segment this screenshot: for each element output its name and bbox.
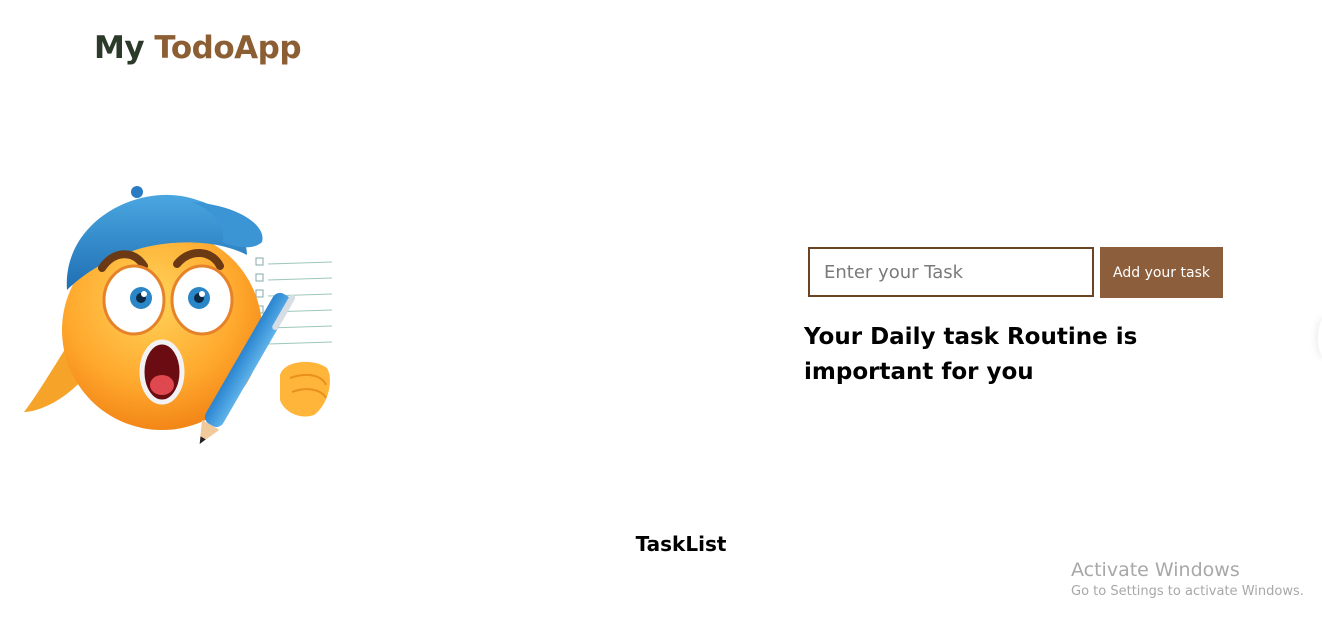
shocked-emoji-illustration	[22, 180, 362, 450]
windows-activation-watermark: Activate Windows Go to Settings to activ…	[1071, 558, 1304, 602]
watermark-line-1: Activate Windows	[1071, 559, 1240, 581]
add-task-button[interactable]: Add your task	[1100, 247, 1223, 298]
watermark-line-2: Go to Settings to activate Windows.	[1071, 584, 1304, 599]
brand-my: My	[94, 30, 155, 66]
task-input[interactable]	[808, 247, 1094, 297]
todo-page: My TodoApp Enter your Task Add your task…	[0, 0, 1322, 621]
add-task-form: Add your task	[808, 247, 1223, 298]
app-brand-title: My TodoApp	[94, 30, 302, 66]
scroll-edge-shadow	[1318, 318, 1322, 358]
tagline-text: Your Daily task Routine is important for…	[804, 324, 1138, 385]
shocked-emoji-icon	[24, 186, 340, 444]
brand-todoapp: TodoApp	[154, 30, 302, 66]
tasklist-heading: TaskList	[635, 532, 727, 556]
